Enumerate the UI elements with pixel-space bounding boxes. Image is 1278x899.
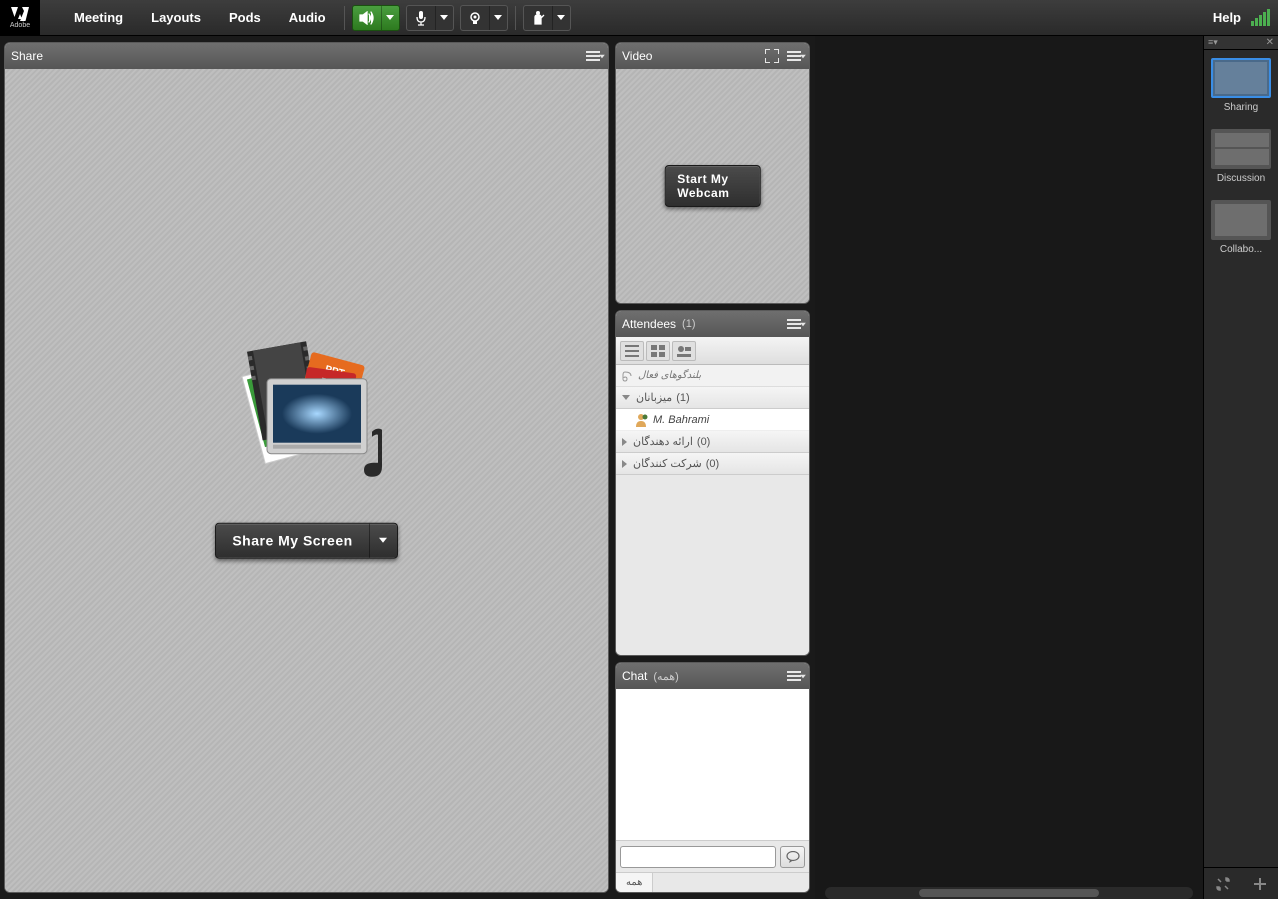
webcam-icon <box>461 6 489 30</box>
chat-tab-all[interactable]: همه <box>616 873 653 892</box>
mic-dropdown[interactable] <box>435 6 453 30</box>
attendees-empty-area <box>616 475 809 655</box>
video-pod-body: Start My Webcam <box>616 69 809 303</box>
presenter-only-area <box>815 36 1203 899</box>
layout-thumb-collaboration <box>1211 200 1271 240</box>
layout-discussion[interactable]: Discussion <box>1204 121 1278 192</box>
layout-collaboration[interactable]: Collabo... <box>1204 192 1278 263</box>
video-pod: Video Start My Webcam <box>615 42 810 304</box>
attendee-view-status-icon[interactable] <box>672 341 696 361</box>
share-media-icon: PPT PDF <box>212 336 402 506</box>
active-speakers-row: بلندگوهای فعال <box>616 365 809 387</box>
pod-menu-icon[interactable] <box>785 667 803 685</box>
scrollbar-thumb[interactable] <box>919 889 1099 897</box>
chat-send-button[interactable] <box>780 846 805 868</box>
start-webcam-button[interactable]: Start My Webcam <box>664 165 761 207</box>
chat-scope: (همه) <box>653 670 678 683</box>
chat-tabs: همه <box>616 872 809 892</box>
attendees-count: (1) <box>682 318 695 330</box>
participants-group[interactable]: شرکت کنندگان (0) <box>616 453 809 475</box>
layout-menu-icon[interactable]: ≡▾ <box>1208 37 1218 48</box>
menu-pods[interactable]: Pods <box>215 0 275 36</box>
share-pod-body: PPT PDF <box>5 69 608 892</box>
connection-signal-icon <box>1251 9 1270 26</box>
workspace: Share <box>0 36 815 899</box>
layout-sidebar: ≡▾ ✕ Sharing Discussion Collabo... <box>1203 36 1278 899</box>
menu-layouts[interactable]: Layouts <box>137 0 215 36</box>
raise-hand-icon <box>524 6 552 30</box>
mic-button[interactable] <box>406 5 454 31</box>
menu-audio[interactable]: Audio <box>275 0 340 36</box>
pod-menu-icon[interactable] <box>584 47 602 65</box>
layout-tools-icon[interactable] <box>1212 873 1234 895</box>
webcam-button[interactable] <box>460 5 508 31</box>
attendees-pod-title: Attendees <box>622 317 676 331</box>
help-link[interactable]: Help <box>1213 10 1241 25</box>
fullscreen-icon[interactable] <box>763 47 781 65</box>
attendee-view-list-icon[interactable] <box>620 341 644 361</box>
chat-pod-header[interactable]: Chat (همه) <box>616 663 809 689</box>
layout-add-icon[interactable] <box>1249 873 1271 895</box>
attendees-toolbar <box>616 337 809 365</box>
adobe-logo[interactable]: Adobe <box>0 0 40 36</box>
share-dropdown[interactable] <box>369 523 397 557</box>
pod-menu-icon[interactable] <box>785 47 803 65</box>
share-pod-header[interactable]: Share <box>5 43 608 69</box>
layout-close-icon[interactable]: ✕ <box>1266 37 1274 48</box>
layout-footer <box>1204 867 1278 899</box>
chat-pod-title: Chat <box>622 669 647 683</box>
layout-thumb-discussion <box>1211 129 1271 169</box>
attendee-view-breakout-icon[interactable] <box>646 341 670 361</box>
pod-menu-icon[interactable] <box>785 315 803 333</box>
top-menu-bar: Adobe Meeting Layouts Pods Audio Help <box>0 0 1278 36</box>
speaker-button[interactable] <box>352 5 400 31</box>
menu-meeting[interactable]: Meeting <box>60 0 137 36</box>
video-pod-header[interactable]: Video <box>616 43 809 69</box>
chat-input-bar <box>616 840 809 872</box>
speaker-icon <box>353 6 381 30</box>
chat-pod: Chat (همه) همه <box>615 662 810 893</box>
attendee-name: M. Bahrami <box>653 414 709 426</box>
attendee-row[interactable]: M. Bahrami <box>616 409 809 431</box>
layout-thumb-sharing <box>1211 58 1271 98</box>
status-button[interactable] <box>523 5 571 31</box>
share-pod: Share <box>4 42 609 893</box>
status-dropdown[interactable] <box>552 6 570 30</box>
webcam-dropdown[interactable] <box>489 6 507 30</box>
share-pod-title: Share <box>11 49 43 63</box>
share-my-screen-button[interactable]: Share My Screen <box>215 522 397 558</box>
horizontal-scrollbar[interactable] <box>825 887 1193 899</box>
speaker-dropdown[interactable] <box>381 6 399 30</box>
attendees-pod: Attendees (1) <box>615 310 810 656</box>
layout-sharing[interactable]: Sharing <box>1204 50 1278 121</box>
hosts-group[interactable]: میزبانان (1) <box>616 387 809 409</box>
mic-icon <box>407 6 435 30</box>
presenters-group[interactable]: ارائه دهندگان (0) <box>616 431 809 453</box>
chat-body <box>616 689 809 840</box>
video-pod-title: Video <box>622 49 652 63</box>
chat-input[interactable] <box>620 846 776 868</box>
attendees-pod-header[interactable]: Attendees (1) <box>616 311 809 337</box>
layout-sidebar-header: ≡▾ ✕ <box>1204 36 1278 50</box>
